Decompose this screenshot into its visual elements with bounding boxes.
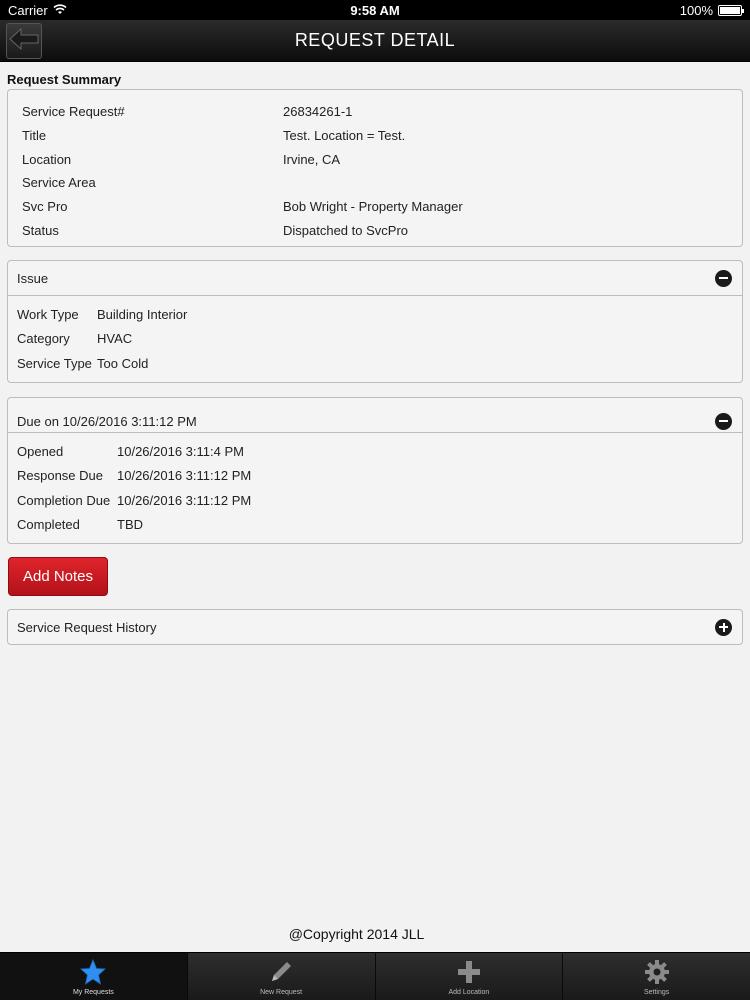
due-panel-body: Opened 10/26/2016 3:11:4 PM Response Due… [8,433,742,543]
issue-header-label: Issue [17,270,49,286]
due-key: Response Due [17,468,103,484]
issue-row: Work Type Building Interior [17,302,733,327]
tab-bar: My Requests New Request Add Location Set… [0,952,750,1000]
battery-icon [718,4,744,16]
due-row: Completion Due 10/26/2016 3:11:12 PM [17,488,733,513]
issue-row: Category HVAC [17,327,733,352]
history-panel-header[interactable]: Service Request History [8,610,742,644]
summary-key: Svc Pro [22,199,68,215]
summary-key: Service Request# [22,104,125,120]
pencil-icon [267,958,295,986]
summary-row: Location Irvine, CA [22,147,728,171]
due-row: Response Due 10/26/2016 3:11:12 PM [17,464,733,489]
due-key: Opened [17,443,64,459]
back-button[interactable] [6,23,42,59]
minus-circle-icon[interactable] [715,412,732,430]
issue-row: Service Type Too Cold [17,351,733,376]
plus-circle-icon[interactable] [715,618,732,636]
due-key: Completed [17,517,80,533]
star-icon [79,958,107,986]
tab-new-request[interactable]: New Request [187,953,376,1000]
arrow-left-icon [9,27,39,55]
tab-label: My Requests [72,989,114,996]
status-right: 100% [679,2,744,18]
due-header-label: Due on 10/26/2016 3:11:12 PM [17,413,197,429]
service-request-history-panel[interactable]: Service Request History [7,609,743,645]
due-value: 10/26/2016 3:11:12 PM [117,468,252,484]
summary-row: Service Area [22,171,728,195]
request-summary-panel: Service Request# 26834261-1 Title Test. … [7,89,743,247]
summary-value: Dispatched to SvcPro [283,222,409,238]
summary-key: Status [22,222,59,238]
summary-value: Test. Location = Test. [283,128,406,144]
tab-label: Settings [643,989,670,996]
due-value: 10/26/2016 3:11:12 PM [117,492,252,508]
due-panel: Due on 10/26/2016 3:11:12 PM Opened 10/2… [7,397,743,544]
battery-percent: 100% [679,2,713,18]
issue-key: Work Type [17,306,79,322]
minus-circle-icon[interactable] [715,269,732,287]
due-value: 10/26/2016 3:11:4 PM [117,443,244,459]
plus-icon [455,958,483,986]
carrier-label: Carrier [8,2,48,18]
due-row: Completed TBD [17,513,733,538]
issue-value: Building Interior [97,306,188,322]
page-title: REQUEST DETAIL [294,30,456,50]
issue-panel-header[interactable]: Issue [8,261,742,296]
issue-key: Service Type [17,355,92,371]
issue-key: Category [17,331,70,347]
summary-key: Service Area [22,175,96,191]
summary-value: Irvine, CA [283,151,341,167]
summary-key: Location [22,151,72,167]
summary-key: Title [22,128,47,144]
gear-icon [643,958,671,986]
status-time: 9:58 AM [350,2,400,18]
summary-value: 26834261-1 [283,104,353,120]
summary-row: Service Request# 26834261-1 [22,100,728,124]
due-key: Completion Due [17,492,111,508]
issue-value: HVAC [97,331,133,347]
tab-add-location[interactable]: Add Location [375,953,564,1000]
due-row: Opened 10/26/2016 3:11:4 PM [17,439,733,464]
tab-my-requests[interactable]: My Requests [0,953,188,1000]
wifi-icon [53,3,67,18]
tab-label: Add Location [448,989,490,996]
summary-row: Svc Pro Bob Wright - Property Manager [22,195,728,219]
issue-panel: Issue Work Type Building Interior Catego… [7,260,743,383]
issue-panel-body: Work Type Building Interior Category HVA… [8,296,742,382]
summary-row: Title Test. Location = Test. [22,124,728,148]
tab-settings[interactable]: Settings [563,953,750,1000]
status-bar: Carrier 9:58 AM 100% [0,0,750,20]
navigation-bar: REQUEST DETAIL [0,20,750,62]
history-header-label: Service Request History [17,619,157,635]
due-value: TBD [117,517,143,533]
issue-value: Too Cold [97,355,149,371]
copyright-text: @Copyright 2014 JLL [288,926,425,942]
request-summary-title: Request Summary [7,72,122,87]
due-panel-header[interactable]: Due on 10/26/2016 3:11:12 PM [8,398,742,433]
summary-value: Bob Wright - Property Manager [283,199,463,215]
add-notes-button[interactable]: Add Notes [8,557,108,596]
status-left: Carrier [8,3,67,18]
battery-fill [720,6,740,14]
tab-label: New Request [260,989,303,996]
summary-row: Status Dispatched to SvcPro [22,218,728,242]
